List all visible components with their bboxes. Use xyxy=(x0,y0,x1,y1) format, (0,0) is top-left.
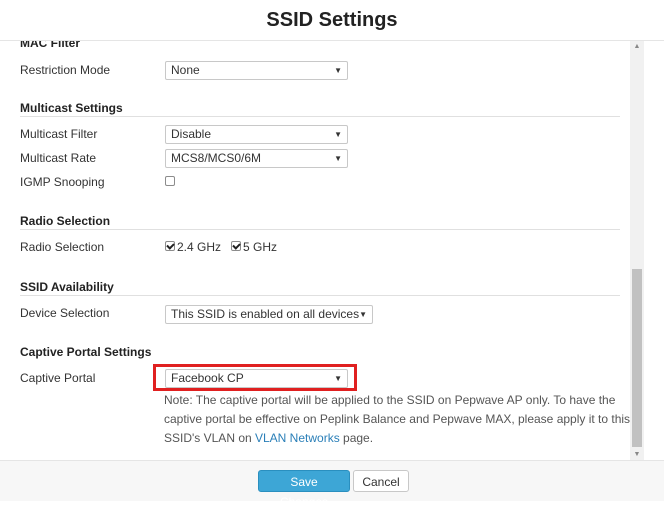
band-5ghz-label: 5 GHz xyxy=(243,240,278,254)
vlan-networks-link[interactable]: VLAN Networks xyxy=(255,431,340,445)
chevron-down-icon: ▼ xyxy=(334,130,342,139)
scrollbar-thumb[interactable] xyxy=(632,269,642,447)
device-selection-label: Device Selection xyxy=(20,306,110,320)
chevron-down-icon: ▼ xyxy=(334,154,342,163)
section-divider xyxy=(20,116,620,117)
settings-content: MAC Filter Restriction Mode None ▼ Multi… xyxy=(0,41,630,461)
captive-portal-note: Note: The captive portal will be applied… xyxy=(164,391,634,448)
section-title-multicast: Multicast Settings xyxy=(20,101,123,115)
section-title-captive-portal: Captive Portal Settings xyxy=(20,345,152,359)
dialog-title: SSID Settings xyxy=(266,9,398,31)
device-selection-select[interactable]: This SSID is enabled on all devices ▼ xyxy=(165,305,373,324)
section-title-radio: Radio Selection xyxy=(20,214,111,228)
multicast-filter-value: Disable xyxy=(171,127,212,141)
multicast-filter-label: Multicast Filter xyxy=(20,127,98,141)
section-title-mac-filter: MAC Filter xyxy=(20,40,80,50)
captive-portal-note-text: Note: The captive portal will be applied… xyxy=(164,393,631,445)
cancel-button[interactable]: Cancel xyxy=(353,470,409,492)
annotation-highlight-box xyxy=(153,364,357,391)
band-5ghz-checkbox[interactable] xyxy=(231,241,241,251)
igmp-snooping-checkbox[interactable] xyxy=(165,176,175,186)
settings-scroll-area[interactable]: MAC Filter Restriction Mode None ▼ Multi… xyxy=(0,40,664,461)
dialog-footer: Save Changes Cancel xyxy=(0,460,664,509)
band-24ghz-checkbox[interactable] xyxy=(165,241,175,251)
section-divider xyxy=(20,295,620,296)
scroll-up-icon[interactable]: ▲ xyxy=(630,41,644,53)
captive-portal-note-suffix: page. xyxy=(339,431,374,445)
chevron-down-icon: ▼ xyxy=(334,66,342,75)
band-24ghz-label: 2.4 GHz xyxy=(177,240,222,254)
multicast-filter-select[interactable]: Disable ▼ xyxy=(165,125,348,144)
restriction-mode-label: Restriction Mode xyxy=(20,63,111,77)
section-title-availability: SSID Availability xyxy=(20,280,114,294)
multicast-rate-label: Multicast Rate xyxy=(20,151,97,165)
restriction-mode-select[interactable]: None ▼ xyxy=(165,61,348,80)
radio-selection-label: Radio Selection xyxy=(20,240,105,254)
section-divider xyxy=(20,229,620,230)
save-changes-button[interactable]: Save Changes xyxy=(258,470,350,509)
chevron-down-icon: ▼ xyxy=(359,310,367,319)
restriction-mode-value: None xyxy=(171,63,200,77)
device-selection-value: This SSID is enabled on all devices xyxy=(171,307,360,321)
multicast-rate-select[interactable]: MCS8/MCS0/6M ▼ xyxy=(165,149,348,168)
igmp-snooping-label: IGMP Snooping xyxy=(20,175,105,189)
captive-portal-label: Captive Portal xyxy=(20,371,96,385)
multicast-rate-value: MCS8/MCS0/6M xyxy=(171,151,262,165)
vertical-scrollbar[interactable]: ▲ ▼ xyxy=(630,41,644,461)
